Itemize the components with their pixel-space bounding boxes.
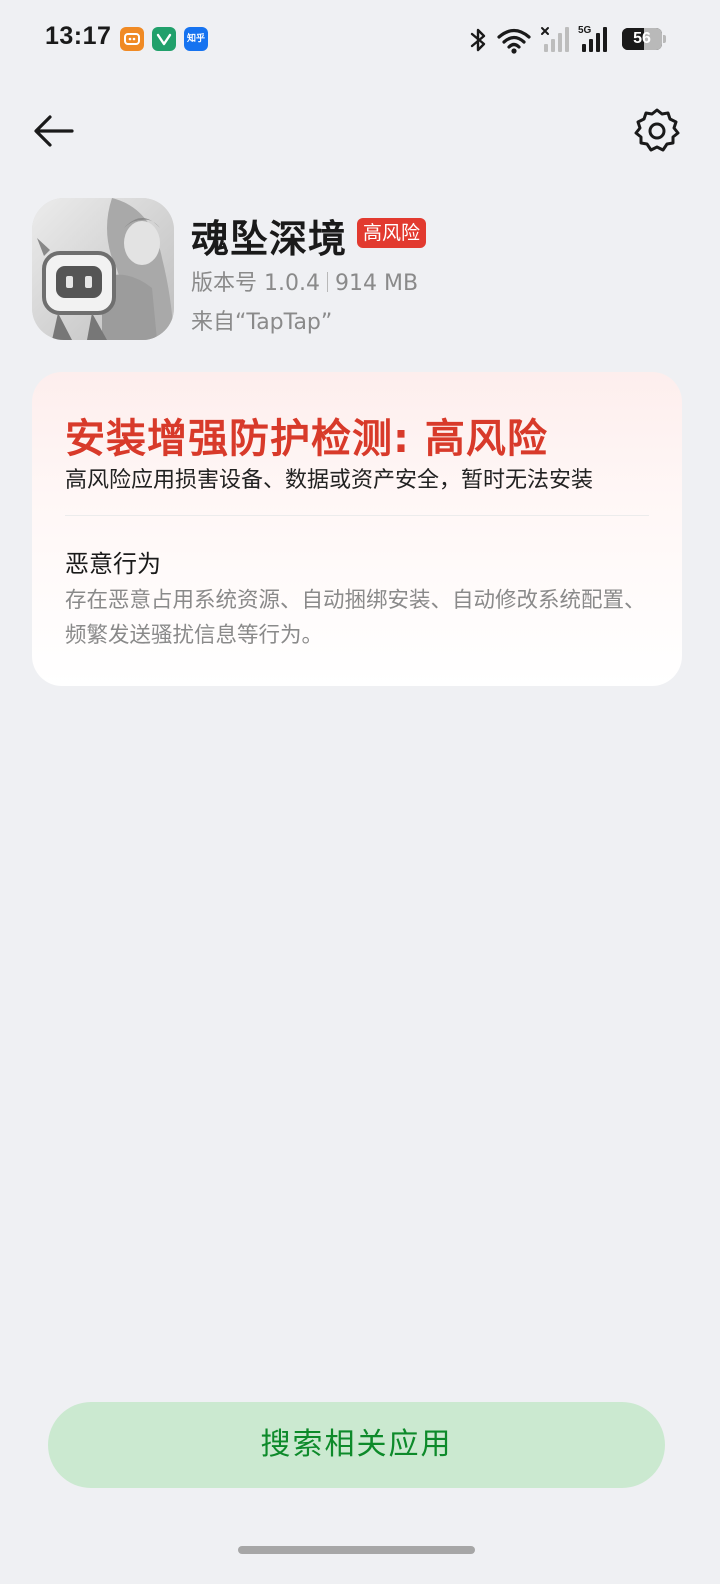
app-version: 版本号 1.0.4 (191, 271, 320, 296)
back-button[interactable] (28, 106, 80, 156)
battery-icon: 56 (622, 28, 662, 50)
meta-divider (326, 272, 328, 292)
risk-title: 安装增强防护检测: 高风险 (65, 416, 548, 462)
zhihu-notification-icon: 知乎 (184, 27, 208, 51)
risk-description: 高风险应用损害设备、数据或资产安全，暂时无法安装 (65, 468, 594, 493)
home-indicator[interactable] (238, 1546, 475, 1554)
app-source: 来自“TapTap” (191, 310, 333, 335)
signal-weak-icon (541, 27, 569, 52)
gear-icon (634, 108, 680, 152)
status-time: 13:17 (45, 22, 112, 50)
status-bar: 13:17 知乎 5G 56 (0, 0, 720, 80)
app-name: 魂坠深境 (191, 217, 348, 261)
app-size: 914 MB (334, 271, 419, 296)
battery-cap (663, 35, 666, 43)
divider (65, 515, 649, 516)
risk-badge: 高风险 (357, 218, 427, 248)
app-meta: 版本号 1.0.4 914 MB (191, 265, 418, 297)
signal-5g-icon: 5G (578, 25, 607, 52)
wifi-icon (497, 28, 531, 54)
battery-level: 56 (633, 30, 651, 47)
bluetooth-icon (470, 28, 486, 52)
app-notification-icon (120, 27, 144, 51)
app-notification-icon (152, 27, 176, 51)
settings-button[interactable] (632, 106, 682, 156)
arrow-left-icon (34, 115, 74, 147)
app-icon (32, 198, 174, 340)
behavior-description: 存在恶意占用系统资源、自动捆绑安装、自动修改系统配置、频繁发送骚扰信息等行为。 (65, 588, 646, 648)
risk-card: 安装增强防护检测: 高风险 高风险应用损害设备、数据或资产安全，暂时无法安装 恶… (32, 372, 682, 686)
search-related-apps-button[interactable]: 搜索相关应用 (48, 1402, 665, 1488)
network-label: 5G (578, 25, 592, 36)
behavior-title: 恶意行为 (65, 550, 161, 578)
